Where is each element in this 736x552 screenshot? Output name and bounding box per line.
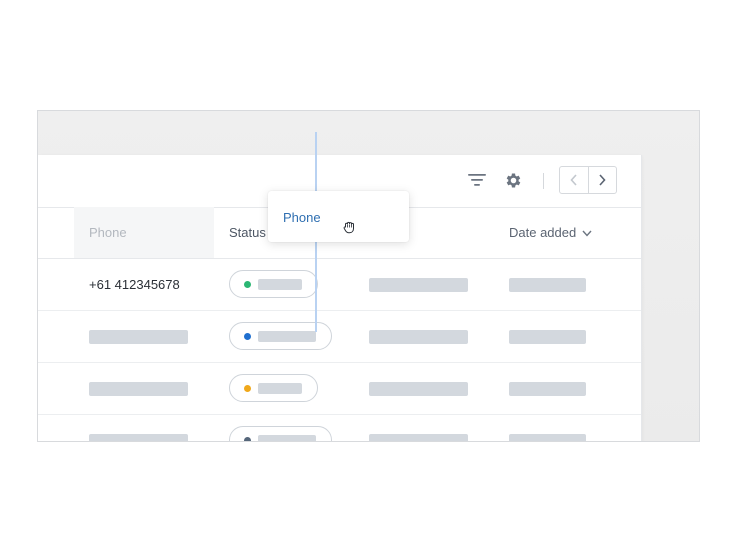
dragged-column-header[interactable]: Phone xyxy=(268,191,409,242)
status-dot xyxy=(244,437,251,441)
date-placeholder xyxy=(509,382,586,396)
column-header-date-added-label: Date added xyxy=(509,225,577,240)
phone-cell: +61 412345678 xyxy=(89,277,180,292)
cell-placeholder xyxy=(369,434,468,441)
status-placeholder xyxy=(258,331,316,342)
table-row[interactable] xyxy=(38,311,641,363)
pagination xyxy=(559,166,617,194)
next-page-button[interactable] xyxy=(587,167,617,193)
phone-placeholder xyxy=(89,434,188,441)
date-placeholder xyxy=(509,330,586,344)
table-row[interactable]: +61 412345678 xyxy=(38,259,641,311)
grab-hand-icon xyxy=(343,221,354,234)
cell-placeholder xyxy=(369,330,468,344)
status-badge xyxy=(229,270,318,298)
chevron-left-icon xyxy=(570,174,577,186)
gear-icon[interactable] xyxy=(504,171,523,190)
cell-placeholder xyxy=(369,382,468,396)
column-header-date-added[interactable]: Date added xyxy=(509,225,592,240)
prev-page-button[interactable] xyxy=(560,167,588,193)
phone-placeholder xyxy=(89,330,188,344)
status-badge xyxy=(229,426,332,441)
phone-placeholder xyxy=(89,382,188,396)
status-placeholder xyxy=(258,435,316,441)
date-placeholder xyxy=(509,434,586,441)
date-placeholder xyxy=(509,278,586,292)
table-row[interactable] xyxy=(38,415,641,441)
status-placeholder xyxy=(258,279,302,290)
toolbar-divider xyxy=(543,173,544,189)
status-dot xyxy=(244,385,251,392)
column-header-status[interactable]: Status xyxy=(229,225,266,240)
chevron-down-icon xyxy=(582,230,592,237)
app-frame: Phone Status Date added +61 412345678 xyxy=(37,110,700,442)
cell-placeholder xyxy=(369,278,468,292)
table-row[interactable] xyxy=(38,363,641,415)
status-badge xyxy=(229,374,318,402)
dragged-column-label: Phone xyxy=(283,210,321,225)
status-dot xyxy=(244,281,251,288)
column-header-phone[interactable]: Phone xyxy=(89,225,127,240)
chevron-right-icon xyxy=(599,174,606,186)
status-placeholder xyxy=(258,383,302,394)
status-dot xyxy=(244,333,251,340)
filter-icon[interactable] xyxy=(468,172,486,188)
